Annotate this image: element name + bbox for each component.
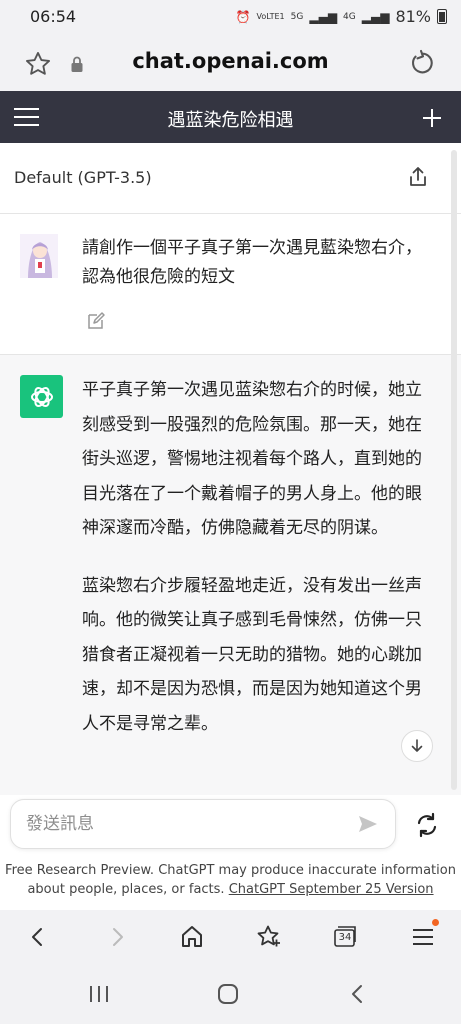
url-text[interactable]: chat.openai.com — [0, 49, 461, 73]
tabs-count: 34 — [338, 931, 352, 943]
4g-label: 4G — [343, 11, 356, 22]
user-avatar — [20, 234, 58, 278]
home-button[interactable] — [177, 922, 207, 952]
back-icon — [32, 928, 42, 946]
tabs-icon: 34 — [333, 925, 357, 949]
battery-percent: 81% — [395, 7, 431, 26]
forward-button[interactable] — [102, 922, 132, 952]
send-icon[interactable] — [356, 812, 380, 836]
back-nav-icon[interactable] — [346, 982, 370, 1006]
signal-icon-2: ▂▄▆ — [361, 9, 390, 24]
message-input[interactable] — [10, 799, 396, 849]
notification-dot — [432, 919, 439, 926]
share-icon[interactable] — [406, 165, 430, 189]
back-button[interactable] — [23, 922, 53, 952]
chatgpt-logo-icon — [20, 375, 63, 418]
battery-icon — [437, 9, 447, 24]
home-nav-icon[interactable] — [216, 982, 240, 1006]
regenerate-icon[interactable] — [412, 810, 442, 840]
recent-apps-icon[interactable] — [86, 982, 112, 1006]
scrollbar[interactable] — [451, 150, 457, 790]
volte-label: VoLTE1 — [256, 11, 285, 21]
bookmarks-icon — [257, 925, 280, 947]
plus-icon[interactable] — [420, 106, 444, 130]
assistant-message-text: 平子真子第一次遇见蓝染惣右介的时候，她立刻感受到一股强烈的危险氛围。那一天，她在… — [82, 373, 432, 764]
signal-icon: ▂▄▆ — [309, 9, 338, 24]
chat-title: 遇蓝染危险相遇 — [167, 110, 294, 131]
status-icons: ⏰ VoLTE1 5G ▂▄▆ 4G ▂▄▆ 81% — [236, 7, 447, 26]
edit-icon[interactable] — [86, 311, 106, 331]
home-icon — [182, 926, 202, 947]
5g-label: 5G — [290, 11, 304, 22]
scroll-down-button[interactable] — [401, 730, 433, 762]
browser-bottom-nav — [0, 910, 461, 965]
footer-disclaimer: Free Research Preview. ChatGPT may produ… — [4, 861, 457, 899]
forward-icon — [113, 928, 123, 946]
user-message-text: 請創作一個平子真子第一次遇見藍染惣右介，認為他很危險的短文 — [82, 238, 422, 287]
browser-menu-button[interactable] — [408, 922, 438, 952]
status-time: 06:54 — [30, 7, 77, 26]
menu-icon — [413, 929, 433, 945]
alarm-icon: ⏰ — [235, 9, 251, 24]
assistant-paragraph: 蓝染惣右介步履轻盈地走近，没有发出一丝声响。他的微笑让真子感到毛骨悚然，仿佛一只… — [82, 575, 422, 734]
arrow-down-icon — [411, 739, 423, 752]
assistant-paragraph: 平子真子第一次遇见蓝染惣右介的时候，她立刻感受到一股强烈的危险氛围。那一天，她在… — [82, 380, 422, 538]
model-label: Default (GPT-3.5) — [14, 168, 152, 187]
tabs-button[interactable]: 34 — [330, 922, 360, 952]
bookmarks-button[interactable] — [254, 922, 284, 952]
version-link[interactable]: ChatGPT September 25 Version — [229, 882, 434, 897]
reload-icon[interactable] — [408, 49, 436, 77]
